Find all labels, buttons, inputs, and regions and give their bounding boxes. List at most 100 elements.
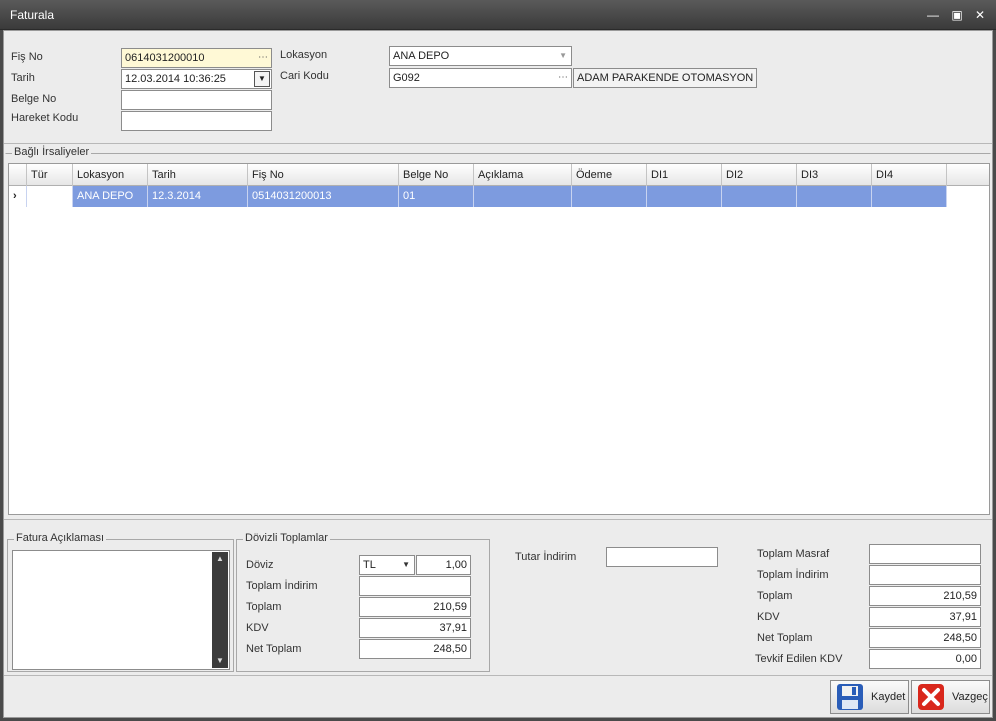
doviz-value: TL (363, 559, 376, 571)
lokasyon-label: Lokasyon (280, 49, 328, 61)
cell-lokasyon[interactable]: ANA DEPO (73, 186, 148, 207)
cari-adi-field: ADAM PARAKENDE OTOMASYON ... (573, 68, 757, 88)
kaydet-label: Kaydet (871, 691, 906, 703)
dovizli-toplam-indirim-field[interactable] (359, 576, 471, 596)
net-toplam-value: 248,50 (943, 632, 977, 644)
toplam-indirim-label: Toplam İndirim (757, 569, 829, 581)
cari-adi-value: ADAM PARAKENDE OTOMASYON ... (577, 72, 757, 84)
fis-no-value: 0614031200010 (125, 52, 205, 64)
ellipsis-icon[interactable]: ⋯ (258, 49, 268, 67)
toplam-masraf-label: Toplam Masraf (757, 548, 830, 560)
chevron-down-icon[interactable]: ▼ (402, 556, 410, 574)
form-client-area: Fiş No 0614031200010 ⋯ Tarih 12.03.2014 … (3, 30, 993, 718)
belge-no-label: Belge No (11, 93, 57, 105)
cell-odeme[interactable] (572, 186, 647, 207)
net-toplam-label: Net Toplam (757, 632, 813, 644)
kdv-field: 37,91 (869, 607, 981, 627)
aciklama-group-title: Fatura Açıklaması (14, 532, 107, 544)
tarih-label: Tarih (11, 72, 35, 84)
tevkif-value: 0,00 (955, 653, 977, 665)
cell-di4[interactable] (872, 186, 947, 207)
lokasyon-value: ANA DEPO (393, 50, 450, 62)
cell-di2[interactable] (722, 186, 797, 207)
irsaliye-group-title: Bağlı İrsaliyeler (12, 146, 92, 158)
fis-no-label: Fiş No (11, 51, 43, 63)
dovizli-toplam-field: 210,59 (359, 597, 471, 617)
minimize-icon[interactable]: — (924, 6, 942, 24)
cell-belge-no[interactable]: 01 (399, 186, 474, 207)
vazgec-button[interactable]: Vazgeç (911, 680, 990, 714)
toplam-label: Toplam (757, 590, 793, 602)
column-header[interactable]: DI4 (872, 164, 947, 186)
column-header[interactable]: Açıklama (474, 164, 572, 186)
dovizli-net-toplam-label: Net Toplam (246, 643, 302, 655)
column-header[interactable]: Lokasyon (73, 164, 148, 186)
row-indicator-icon: › (9, 186, 27, 207)
cari-kodu-label: Cari Kodu (280, 70, 329, 82)
toplam-field: 210,59 (869, 586, 981, 606)
window-title: Faturala (10, 8, 55, 22)
memo-scrollbar[interactable]: ▲ ▼ (212, 552, 228, 668)
floppy-disk-icon (837, 684, 863, 710)
maximize-icon[interactable]: ▣ (948, 6, 966, 24)
scroll-up-icon[interactable]: ▲ (212, 552, 228, 566)
ellipsis-icon[interactable]: ⋯ (558, 69, 568, 87)
toplam-value: 210,59 (943, 590, 977, 602)
dovizli-net-toplam-field: 248,50 (359, 639, 471, 659)
column-header[interactable]: Belge No (399, 164, 474, 186)
toplam-indirim-field[interactable] (869, 565, 981, 585)
doviz-dropdown[interactable]: TL ▼ (359, 555, 415, 575)
close-icon[interactable]: ✕ (971, 6, 989, 24)
aciklama-group: Fatura Açıklaması ▲ ▼ (7, 532, 234, 672)
kdv-value: 37,91 (949, 611, 977, 623)
doviz-label: Döviz (246, 559, 274, 571)
kur-value: 1,00 (445, 559, 467, 571)
belge-no-field[interactable] (121, 90, 272, 110)
cell-tur[interactable] (27, 186, 73, 207)
cell-tarih[interactable]: 12.3.2014 (148, 186, 248, 207)
tarih-field[interactable]: 12.03.2014 10:36:25 ▼ (121, 69, 272, 89)
dovizli-kdv-field: 37,91 (359, 618, 471, 638)
dovizli-toplam-indirim-label: Toplam İndirim (246, 580, 318, 592)
column-header[interactable]: DI3 (797, 164, 872, 186)
cell-fis-no[interactable]: 0514031200013 (248, 186, 399, 207)
dovizli-toplam-label: Toplam (246, 601, 282, 613)
table-row[interactable]: › ANA DEPO 12.3.2014 0514031200013 01 (9, 186, 989, 207)
chevron-down-icon[interactable]: ▼ (559, 47, 567, 65)
grid-header: Tür Lokasyon Tarih Fiş No Belge No Açıkl… (9, 164, 989, 186)
cell-aciklama[interactable] (474, 186, 572, 207)
dovizli-toplam-value: 210,59 (433, 601, 467, 613)
column-header[interactable]: Tarih (148, 164, 248, 186)
irsaliye-grid[interactable]: Tür Lokasyon Tarih Fiş No Belge No Açıkl… (8, 163, 990, 515)
column-header[interactable]: DI2 (722, 164, 797, 186)
cell-di3[interactable] (797, 186, 872, 207)
hareket-kodu-label: Hareket Kodu (11, 112, 79, 124)
dovizli-kdv-label: KDV (246, 622, 269, 634)
scroll-down-icon[interactable]: ▼ (212, 654, 228, 668)
toplam-masraf-field[interactable] (869, 544, 981, 564)
tevkif-label: Tevkif Edilen KDV (755, 653, 843, 665)
grid-indicator-header (9, 164, 27, 186)
column-header[interactable]: Tür (27, 164, 73, 186)
cari-kodu-field[interactable]: G092 ⋯ (389, 68, 572, 88)
cancel-x-icon (918, 684, 944, 710)
column-header[interactable]: Fiş No (248, 164, 399, 186)
chevron-down-icon[interactable]: ▼ (254, 71, 270, 87)
kur-field[interactable]: 1,00 (416, 555, 471, 575)
dovizli-net-toplam-value: 248,50 (433, 643, 467, 655)
divider (4, 519, 992, 520)
kaydet-button[interactable]: Kaydet (830, 680, 909, 714)
tarih-value: 12.03.2014 10:36:25 (125, 73, 226, 85)
tutar-indirim-field[interactable] (606, 547, 718, 567)
column-header[interactable]: Ödeme (572, 164, 647, 186)
title-bar: Faturala — ▣ ✕ (0, 0, 996, 30)
lokasyon-dropdown[interactable]: ANA DEPO ▼ (389, 46, 572, 66)
aciklama-memo[interactable]: ▲ ▼ (12, 550, 230, 670)
hareket-kodu-field[interactable] (121, 111, 272, 131)
fis-no-field[interactable]: 0614031200010 ⋯ (121, 48, 272, 68)
tevkif-field: 0,00 (869, 649, 981, 669)
divider (4, 143, 992, 144)
divider (4, 675, 992, 676)
column-header[interactable]: DI1 (647, 164, 722, 186)
cell-di1[interactable] (647, 186, 722, 207)
